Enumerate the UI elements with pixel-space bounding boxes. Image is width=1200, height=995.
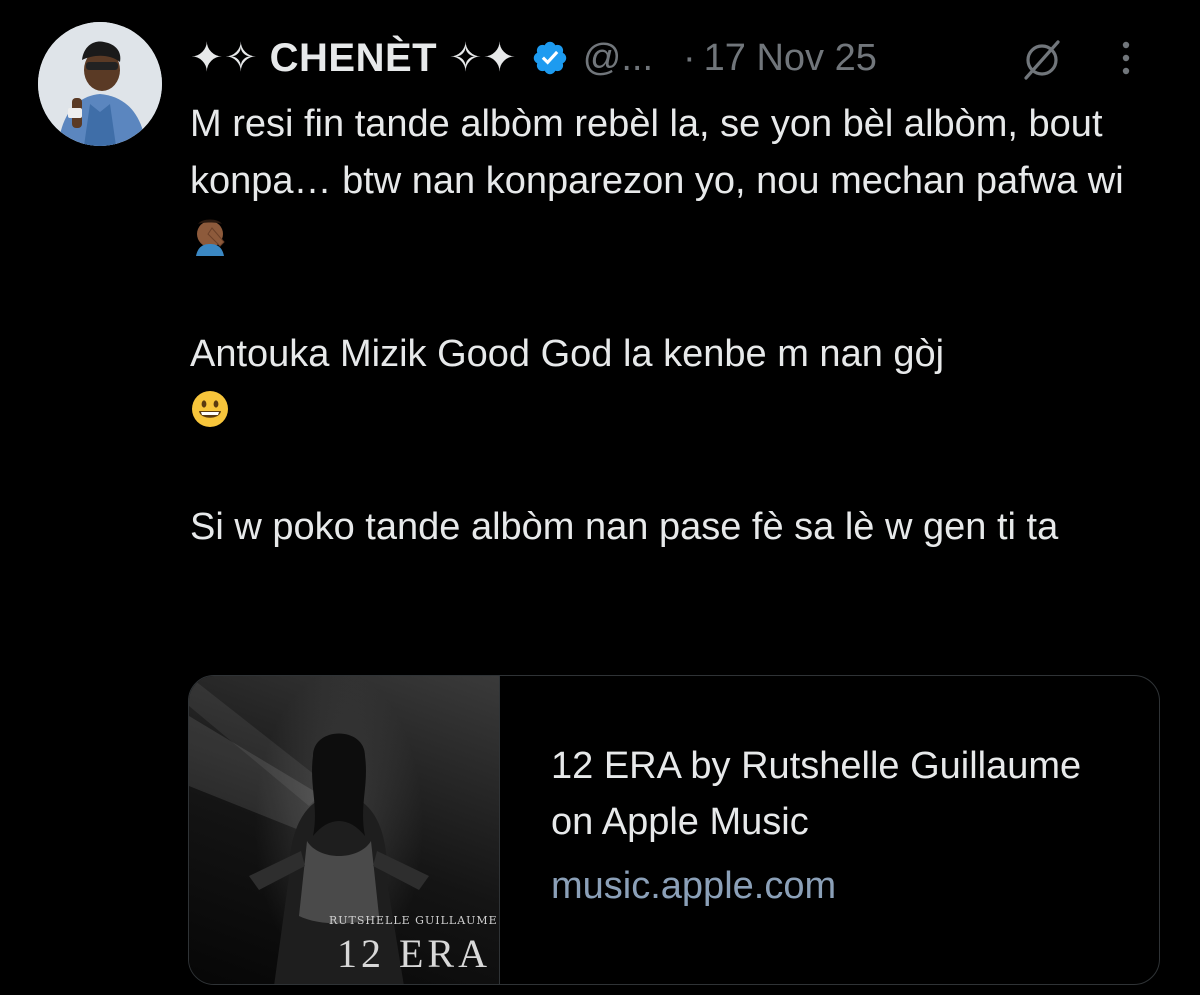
- album-cover-image: RUTSHELLE GUILLAUME 12 ERA: [189, 676, 500, 984]
- link-card-domain[interactable]: music.apple.com: [551, 858, 1131, 914]
- link-card-title[interactable]: 12 ERA by Rutshelle Guillaume on Apple M…: [551, 738, 1131, 850]
- link-card[interactable]: RUTSHELLE GUILLAUME 12 ERA 12 ERA by Rut…: [188, 675, 1160, 985]
- tweet-date[interactable]: 17 Nov 25: [704, 37, 877, 80]
- cover-artist-text: RUTSHELLE GUILLAUME: [329, 914, 498, 927]
- tweet-paragraph-3: Si w poko tande albòm nan pase fè sa lè …: [190, 506, 1059, 548]
- tweet-paragraph-1-text: M resi fin tande albòm rebèl la, se yon …: [190, 103, 1124, 202]
- grok-icon[interactable]: [1020, 38, 1064, 82]
- tweet-paragraph-2: Antouka Mizik Good God la kenbe m nan gò…: [190, 326, 1160, 440]
- avatar[interactable]: [38, 22, 162, 146]
- link-card-text: 12 ERA by Rutshelle Guillaume on Apple M…: [551, 738, 1131, 914]
- display-name[interactable]: ✦✧ CHENÈT ✧✦: [190, 35, 517, 81]
- tweet-text: M resi fin tande albòm rebèl la, se yon …: [190, 96, 1160, 556]
- avatar-photo: [38, 22, 162, 146]
- date-separator: ·: [683, 36, 696, 79]
- more-options-icon[interactable]: [1120, 36, 1132, 80]
- grinning-emoji-icon: [190, 389, 230, 429]
- facepalm-emoji-icon: [190, 216, 230, 256]
- verified-badge-icon: [531, 39, 569, 77]
- user-handle[interactable]: @...: [583, 37, 653, 80]
- tweet-header: ✦✧ CHENÈT ✧✦ @... · 17 Nov 25: [190, 28, 1170, 88]
- cover-title-text: 12 ERA: [337, 931, 491, 976]
- tweet-paragraph-1: M resi fin tande albòm rebèl la, se yon …: [190, 96, 1160, 267]
- tweet-paragraph-2-text: Antouka Mizik Good God la kenbe m nan gò…: [190, 333, 945, 375]
